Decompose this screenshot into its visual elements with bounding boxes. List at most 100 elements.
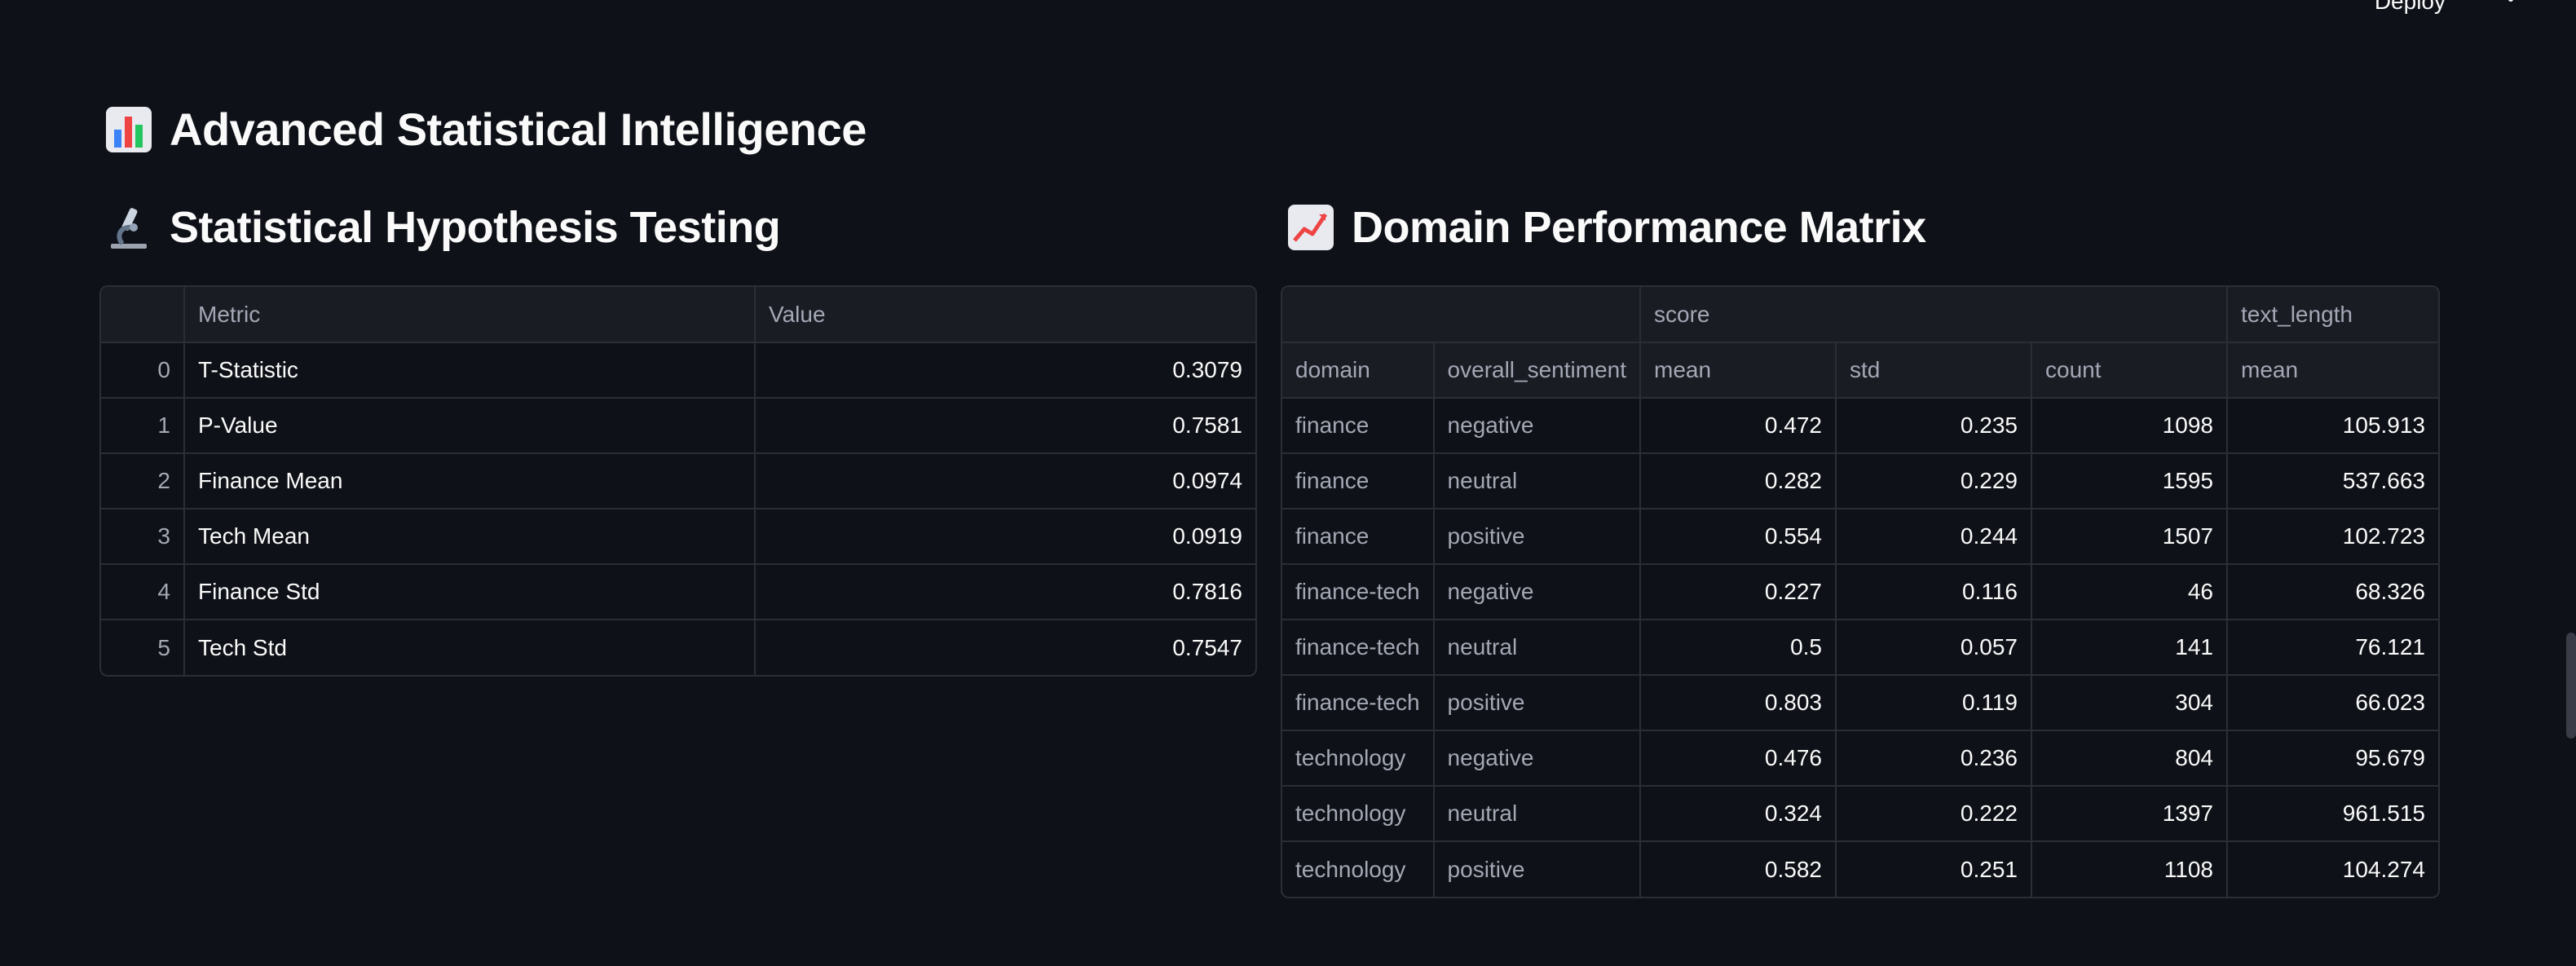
text-length-mean-cell[interactable]: 68.326 <box>2227 564 2438 620</box>
deploy-button[interactable]: Deploy <box>2375 0 2446 15</box>
metric-cell[interactable]: Tech Std <box>184 620 756 675</box>
text-length-mean-cell[interactable]: 961.515 <box>2227 786 2438 842</box>
domain-cell[interactable]: technology <box>1282 730 1435 787</box>
row-index-cell[interactable]: 2 <box>101 453 185 509</box>
column-header-value[interactable]: Value <box>755 287 1255 343</box>
value-cell[interactable]: 0.7547 <box>755 620 1255 675</box>
sentiment-cell[interactable]: negative <box>1433 564 1642 620</box>
score-std-cell[interactable]: 0.116 <box>1836 564 2032 620</box>
text-length-mean-cell[interactable]: 66.023 <box>2227 675 2438 731</box>
text-length-mean-cell[interactable]: 104.274 <box>2227 841 2438 897</box>
text-length-mean-cell[interactable]: 105.913 <box>2227 398 2438 454</box>
table-row[interactable]: finance-tech negative 0.227 0.116 46 68.326 <box>1282 564 2438 620</box>
domain-cell[interactable]: finance <box>1282 509 1435 565</box>
score-std-cell[interactable]: 0.222 <box>1836 786 2032 842</box>
score-count-cell[interactable]: 1098 <box>2031 398 2228 454</box>
column-header-text-length-mean[interactable]: mean <box>2227 342 2438 399</box>
score-count-cell[interactable]: 141 <box>2031 620 2228 676</box>
score-count-cell[interactable]: 1507 <box>2031 509 2228 565</box>
score-mean-cell[interactable]: 0.5 <box>1640 620 1837 676</box>
value-cell[interactable]: 0.0919 <box>755 509 1255 565</box>
score-count-cell[interactable]: 804 <box>2031 730 2228 787</box>
score-count-cell[interactable]: 1595 <box>2031 453 2228 509</box>
score-std-cell[interactable]: 0.057 <box>1836 620 2032 676</box>
value-cell[interactable]: 0.0974 <box>755 453 1255 509</box>
table-row[interactable]: 0 T-Statistic 0.3079 <box>101 342 1255 399</box>
row-index-cell[interactable]: 0 <box>101 342 185 399</box>
column-header-overall-sentiment[interactable]: overall_sentiment <box>1433 342 1642 399</box>
score-std-cell[interactable]: 0.251 <box>1836 841 2032 897</box>
score-mean-cell[interactable]: 0.227 <box>1640 564 1837 620</box>
domain-matrix-table[interactable]: score text_length domain overall_sentime… <box>1281 285 2440 898</box>
value-cell[interactable]: 0.7816 <box>755 564 1255 620</box>
text-length-mean-cell[interactable]: 76.121 <box>2227 620 2438 676</box>
sentiment-cell[interactable]: negative <box>1433 730 1642 787</box>
domain-cell[interactable]: finance-tech <box>1282 675 1435 731</box>
row-index-cell[interactable]: 5 <box>101 620 185 675</box>
table-row[interactable]: finance positive 0.554 0.244 1507 102.723 <box>1282 509 2438 565</box>
metric-cell[interactable]: P-Value <box>184 398 756 454</box>
column-header-score-count[interactable]: count <box>2031 342 2228 399</box>
score-count-cell[interactable]: 46 <box>2031 564 2228 620</box>
score-mean-cell[interactable]: 0.582 <box>1640 841 1837 897</box>
score-mean-cell[interactable]: 0.476 <box>1640 730 1837 787</box>
score-count-cell[interactable]: 1397 <box>2031 786 2228 842</box>
score-count-cell[interactable]: 1108 <box>2031 841 2228 897</box>
metric-cell[interactable]: T-Statistic <box>184 342 756 399</box>
metric-cell[interactable]: Tech Mean <box>184 509 756 565</box>
sentiment-cell[interactable]: negative <box>1433 398 1642 454</box>
text-length-mean-cell[interactable]: 102.723 <box>2227 509 2438 565</box>
sentiment-cell[interactable]: neutral <box>1433 453 1642 509</box>
domain-cell[interactable]: finance <box>1282 398 1435 454</box>
domain-cell[interactable]: technology <box>1282 841 1435 897</box>
score-std-cell[interactable]: 0.236 <box>1836 730 2032 787</box>
table-row[interactable]: technology positive 0.582 0.251 1108 104.274 <box>1282 841 2438 897</box>
value-cell[interactable]: 0.3079 <box>755 342 1255 399</box>
domain-cell[interactable]: finance-tech <box>1282 564 1435 620</box>
score-std-cell[interactable]: 0.235 <box>1836 398 2032 454</box>
row-index-cell[interactable]: 1 <box>101 398 185 454</box>
column-header-score-mean[interactable]: mean <box>1640 342 1837 399</box>
metric-cell[interactable]: Finance Std <box>184 564 756 620</box>
score-std-cell[interactable]: 0.244 <box>1836 509 2032 565</box>
value-cell[interactable]: 0.7581 <box>755 398 1255 454</box>
sentiment-cell[interactable]: positive <box>1433 675 1642 731</box>
column-header-score-std[interactable]: std <box>1836 342 2032 399</box>
row-index-cell[interactable]: 4 <box>101 564 185 620</box>
score-mean-cell[interactable]: 0.803 <box>1640 675 1837 731</box>
sentiment-cell[interactable]: positive <box>1433 841 1642 897</box>
sentiment-cell[interactable]: positive <box>1433 509 1642 565</box>
column-group-header-score[interactable]: score <box>1640 287 2228 343</box>
text-length-mean-cell[interactable]: 537.663 <box>2227 453 2438 509</box>
sentiment-cell[interactable]: neutral <box>1433 620 1642 676</box>
table-row[interactable]: 5 Tech Std 0.7547 <box>101 620 1255 675</box>
table-row[interactable]: technology negative 0.476 0.236 804 95.679 <box>1282 730 2438 787</box>
score-std-cell[interactable]: 0.119 <box>1836 675 2032 731</box>
column-header-domain[interactable]: domain <box>1282 342 1435 399</box>
score-mean-cell[interactable]: 0.554 <box>1640 509 1837 565</box>
table-row[interactable]: 2 Finance Mean 0.0974 <box>101 453 1255 509</box>
text-length-mean-cell[interactable]: 95.679 <box>2227 730 2438 787</box>
table-row[interactable]: 4 Finance Std 0.7816 <box>101 564 1255 620</box>
kebab-menu-icon[interactable] <box>2504 0 2517 10</box>
score-count-cell[interactable]: 304 <box>2031 675 2228 731</box>
score-std-cell[interactable]: 0.229 <box>1836 453 2032 509</box>
page-scrollbar-thumb[interactable] <box>2566 633 2576 739</box>
column-group-header-text-length[interactable]: text_length <box>2227 287 2438 343</box>
column-header-metric[interactable]: Metric <box>184 287 756 343</box>
score-mean-cell[interactable]: 0.472 <box>1640 398 1837 454</box>
hypothesis-table[interactable]: Metric Value 0 T-Statistic 0.3079 1 P-Value 0… <box>99 285 1257 677</box>
table-row[interactable]: finance-tech positive 0.803 0.119 304 66.023 <box>1282 675 2438 731</box>
domain-cell[interactable]: finance <box>1282 453 1435 509</box>
row-index-cell[interactable]: 3 <box>101 509 185 565</box>
column-header-index[interactable] <box>101 287 185 343</box>
table-row[interactable]: technology neutral 0.324 0.222 1397 961.515 <box>1282 786 2438 842</box>
domain-cell[interactable]: finance-tech <box>1282 620 1435 676</box>
sentiment-cell[interactable]: neutral <box>1433 786 1642 842</box>
score-mean-cell[interactable]: 0.324 <box>1640 786 1837 842</box>
table-row[interactable]: 1 P-Value 0.7581 <box>101 398 1255 454</box>
table-row[interactable]: finance-tech neutral 0.5 0.057 141 76.121 <box>1282 620 2438 676</box>
domain-cell[interactable]: technology <box>1282 786 1435 842</box>
table-row[interactable]: 3 Tech Mean 0.0919 <box>101 509 1255 565</box>
score-mean-cell[interactable]: 0.282 <box>1640 453 1837 509</box>
